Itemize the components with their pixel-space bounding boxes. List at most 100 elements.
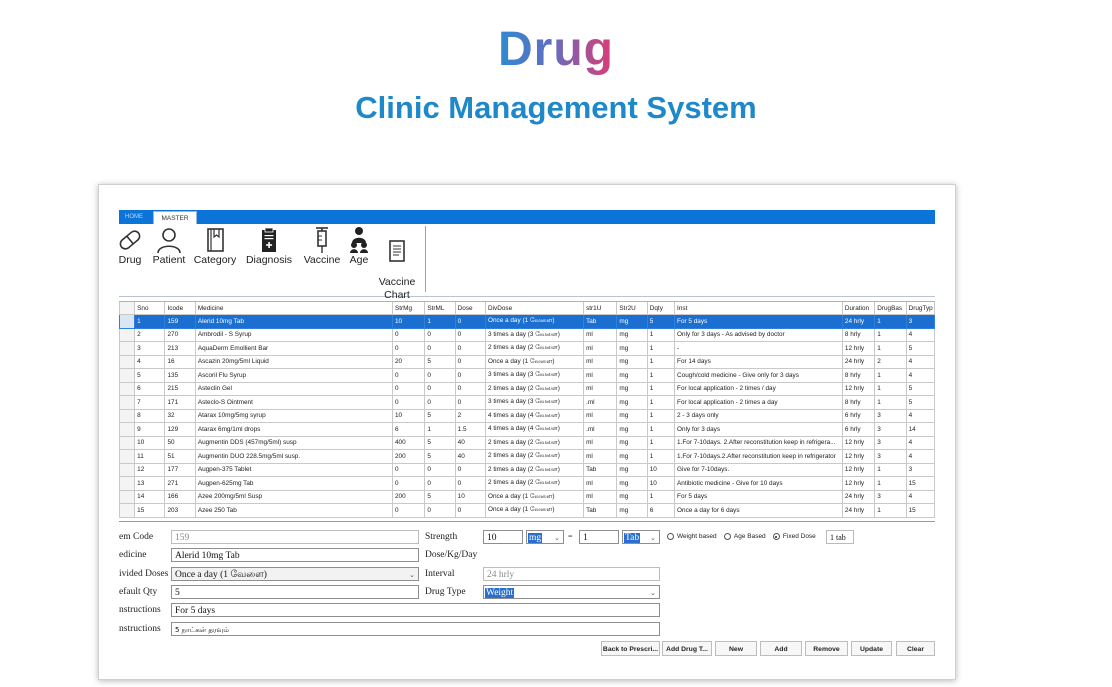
table-cell: 10 (646, 476, 676, 491)
toolbar-patient-button[interactable]: Patient (149, 226, 189, 266)
table-cell: 0 (424, 395, 456, 410)
column-header[interactable]: Medicine (194, 302, 393, 315)
instructions-field[interactable]: For 5 days (171, 603, 660, 617)
table-cell: Give for 7-10days. (674, 462, 843, 477)
column-header[interactable]: Inst (674, 302, 843, 315)
column-header[interactable]: DivDose (484, 302, 585, 315)
column-header[interactable]: StrML (424, 302, 456, 315)
row-header-cell[interactable] (119, 422, 136, 437)
table-cell: 8 (134, 408, 166, 423)
medicine-field[interactable]: Alerid 10mg Tab (171, 548, 419, 562)
table-cell: mg (616, 503, 648, 518)
toolbar-age-button[interactable]: Age (344, 226, 374, 266)
table-cell: 2 times a day (2 வேளை) (484, 435, 585, 450)
strength-value-field[interactable]: 10 (483, 530, 523, 544)
table-cell: 0 (454, 314, 486, 329)
update-button[interactable]: Update (851, 641, 892, 656)
row-header-cell[interactable] (119, 314, 136, 329)
row-header-cell[interactable] (119, 368, 136, 383)
drug-grid[interactable]: Sno Icode Medicine StrMg StrML Dose DivDose str… (119, 301, 935, 522)
table-row[interactable]: 5 135 Ascoril Flu Syrup 0 0 0 3 times a day (3… (119, 368, 935, 383)
interval-field[interactable]: 24 hrly (483, 567, 660, 581)
column-header[interactable]: Duration (841, 302, 876, 315)
column-header[interactable]: str1U (583, 302, 618, 315)
strength-unit-value: mg (528, 533, 543, 543)
drug-table: Sno Icode Medicine StrMg StrML Dose DivDose str… (119, 302, 935, 518)
table-cell: 4 (905, 368, 935, 383)
table-cell: 1.5 (454, 422, 486, 437)
tab-master[interactable]: MASTER (153, 211, 197, 225)
column-header[interactable]: Dqty (646, 302, 676, 315)
table-row[interactable]: 2 270 Ambrodil - S Syrup 0 0 0 3 times a day (… (119, 327, 935, 342)
row-header-cell[interactable] (119, 408, 136, 423)
table-cell: 8 hrly (841, 327, 876, 342)
table-row[interactable]: 10 50 Augmentin DDS (457mg/5ml) susp 400 5 40… (119, 435, 935, 450)
table-row[interactable]: 4 16 Ascazin 20mg/5ml Liquid 20 5 0 Once a day… (119, 354, 935, 369)
fixed-dose-field[interactable]: 1 tab (826, 530, 854, 544)
default-qty-field[interactable]: 5 (171, 585, 419, 599)
row-header-cell[interactable] (119, 449, 136, 464)
table-row[interactable]: 11 51 Augmentin DUO 228.5mg/5ml susp. 200 5 4… (119, 449, 935, 464)
row-header-cell[interactable] (119, 327, 136, 342)
row-header-cell[interactable] (119, 341, 136, 356)
table-cell: For 5 days (674, 489, 843, 504)
toolbar-drug-button[interactable]: Drug (113, 226, 147, 266)
toolbar-category-button[interactable]: Category (192, 226, 238, 266)
table-row[interactable]: 6 215 Asteclin Gel 0 0 0 2 times a day (2 வேளை… (119, 381, 935, 396)
row-header-cell[interactable] (119, 395, 136, 410)
item-code-field[interactable]: 159 (171, 530, 419, 544)
column-header[interactable]: Dose (454, 302, 486, 315)
column-header[interactable]: StrMg (391, 302, 426, 315)
radio-weight-based[interactable]: Weight based (667, 533, 717, 540)
table-cell: - (674, 341, 843, 356)
drug-type-select[interactable]: Weight ⌄ (483, 585, 660, 599)
table-row[interactable]: 13 271 Augpen-625mg Tab 0 0 0 2 times a day (2… (119, 476, 935, 491)
row-header-cell[interactable] (119, 435, 136, 450)
table-row[interactable]: 9 129 Atarax 6mg/1ml drops 6 1 1.5 4 times a d… (119, 422, 935, 437)
page-title: Drug (498, 23, 614, 76)
clear-button[interactable]: Clear (896, 641, 935, 656)
row-header-cell[interactable] (119, 462, 136, 477)
instructions-tamil-field[interactable]: 5 நாட்கள் தரவும் (171, 622, 660, 636)
column-header[interactable]: Str2U (616, 302, 648, 315)
row-header-cell[interactable] (119, 489, 136, 504)
medicine-label: edicine (119, 550, 147, 560)
row-header-cell[interactable] (119, 354, 136, 369)
new-button[interactable]: New (715, 641, 757, 656)
strength-per-field[interactable]: 1 (579, 530, 619, 544)
column-header[interactable]: Icode (164, 302, 196, 315)
table-cell: 1 (646, 381, 676, 396)
strength-unit-select[interactable]: mg ⌄ (526, 530, 564, 544)
table-row[interactable]: 14 166 Azee 200mg/5ml Susp 200 5 10 Once a day… (119, 489, 935, 504)
table-cell: 1 (646, 368, 676, 383)
divided-doses-select[interactable]: Once a day (1 வேளை) ⌄ (171, 567, 419, 581)
table-row[interactable]: 15 203 Azee 250 Tab 0 0 0 Once a day (1 வேளை) T… (119, 503, 935, 518)
tab-home[interactable]: HOME (119, 210, 149, 224)
ribbon-tab-bar: HOME MASTER (119, 210, 935, 225)
column-header[interactable]: Sno (134, 302, 166, 315)
table-row[interactable]: 1 159 Alerid 10mg Tab 10 1 0 Once a day (1 வேள… (119, 314, 935, 329)
strength-per-unit-select[interactable]: Tab ⌄ (622, 530, 660, 544)
row-header-cell[interactable] (119, 476, 136, 491)
toolbar-vaccine-button[interactable]: Vaccine (300, 226, 344, 266)
table-cell: 1 (874, 395, 907, 410)
column-header[interactable]: DrugTyp (905, 302, 935, 315)
radio-age-based[interactable]: Age Based (723, 533, 766, 540)
remove-button[interactable]: Remove (805, 641, 848, 656)
row-header-cell[interactable] (119, 381, 136, 396)
radio-fixed-dose[interactable]: Fixed Dose (772, 533, 816, 540)
table-cell: 0 (454, 341, 486, 356)
add-drug-type-button[interactable]: Add Drug T... (662, 641, 712, 656)
table-row[interactable]: 3 213 AquaDerm Emollient Bar 0 0 0 2 times a d… (119, 341, 935, 356)
table-cell: 3 (134, 341, 166, 356)
add-button[interactable]: Add (760, 641, 802, 656)
toolbar-diagnosis-button[interactable]: Diagnosis (243, 226, 295, 266)
table-row[interactable]: 8 32 Atarax 10mg/5mg syrup 10 5 2 4 times a da… (119, 408, 935, 423)
back-to-prescription-button[interactable]: Back to Prescri... (601, 641, 660, 656)
table-row[interactable]: 12 177 Augpen-375 Tablet 0 0 0 2 times a day (… (119, 462, 935, 477)
column-header[interactable]: DrugBas (874, 302, 907, 315)
row-header-cell[interactable] (119, 503, 136, 518)
table-cell: 2 - 3 days only (674, 408, 843, 423)
table-cell: 0 (424, 462, 456, 477)
table-row[interactable]: 7 171 Asteclo-S Ointment 0 0 0 3 times a day (… (119, 395, 935, 410)
